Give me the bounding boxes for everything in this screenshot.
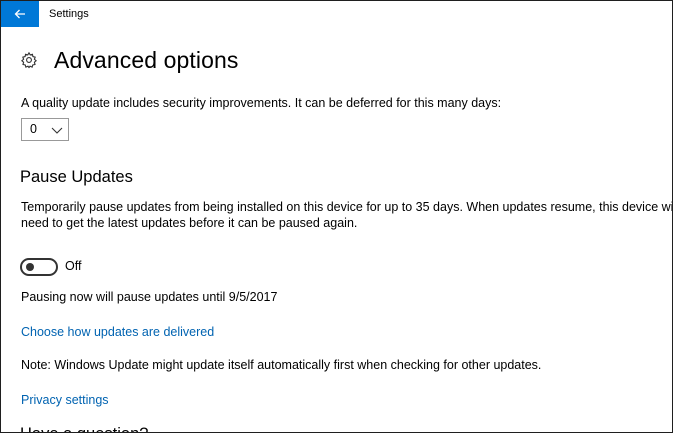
pause-status-text: Pausing now will pause updates until 9/5… xyxy=(21,290,278,304)
window-title: Settings xyxy=(49,8,89,20)
pause-updates-heading: Pause Updates xyxy=(20,168,133,186)
defer-days-value: 0 xyxy=(30,122,37,136)
quality-update-description: A quality update includes security impro… xyxy=(21,96,502,110)
defer-days-dropdown[interactable]: 0 xyxy=(21,118,69,141)
chevron-down-icon xyxy=(51,127,63,134)
toggle-state-label: Off xyxy=(65,259,82,273)
back-button[interactable] xyxy=(1,1,39,27)
toggle-knob xyxy=(26,263,34,271)
gear-icon xyxy=(21,51,37,69)
title-bar: Settings xyxy=(1,1,672,27)
have-a-question-heading: Have a question? xyxy=(20,424,148,432)
pause-updates-toggle[interactable] xyxy=(20,258,58,276)
privacy-settings-link[interactable]: Privacy settings xyxy=(21,392,109,409)
page-header: Advanced options xyxy=(20,45,238,75)
windows-update-note: Note: Windows Update might update itself… xyxy=(21,358,542,372)
choose-delivery-link[interactable]: Choose how updates are delivered xyxy=(21,324,214,341)
back-arrow-icon xyxy=(14,9,25,19)
settings-window: Settings Advanced options A quality upda… xyxy=(0,0,673,433)
pause-description-line-2: need to get the latest updates before it… xyxy=(21,216,358,230)
pause-description-line-1: Temporarily pause updates from being ins… xyxy=(21,200,673,214)
page-title: Advanced options xyxy=(54,46,239,73)
